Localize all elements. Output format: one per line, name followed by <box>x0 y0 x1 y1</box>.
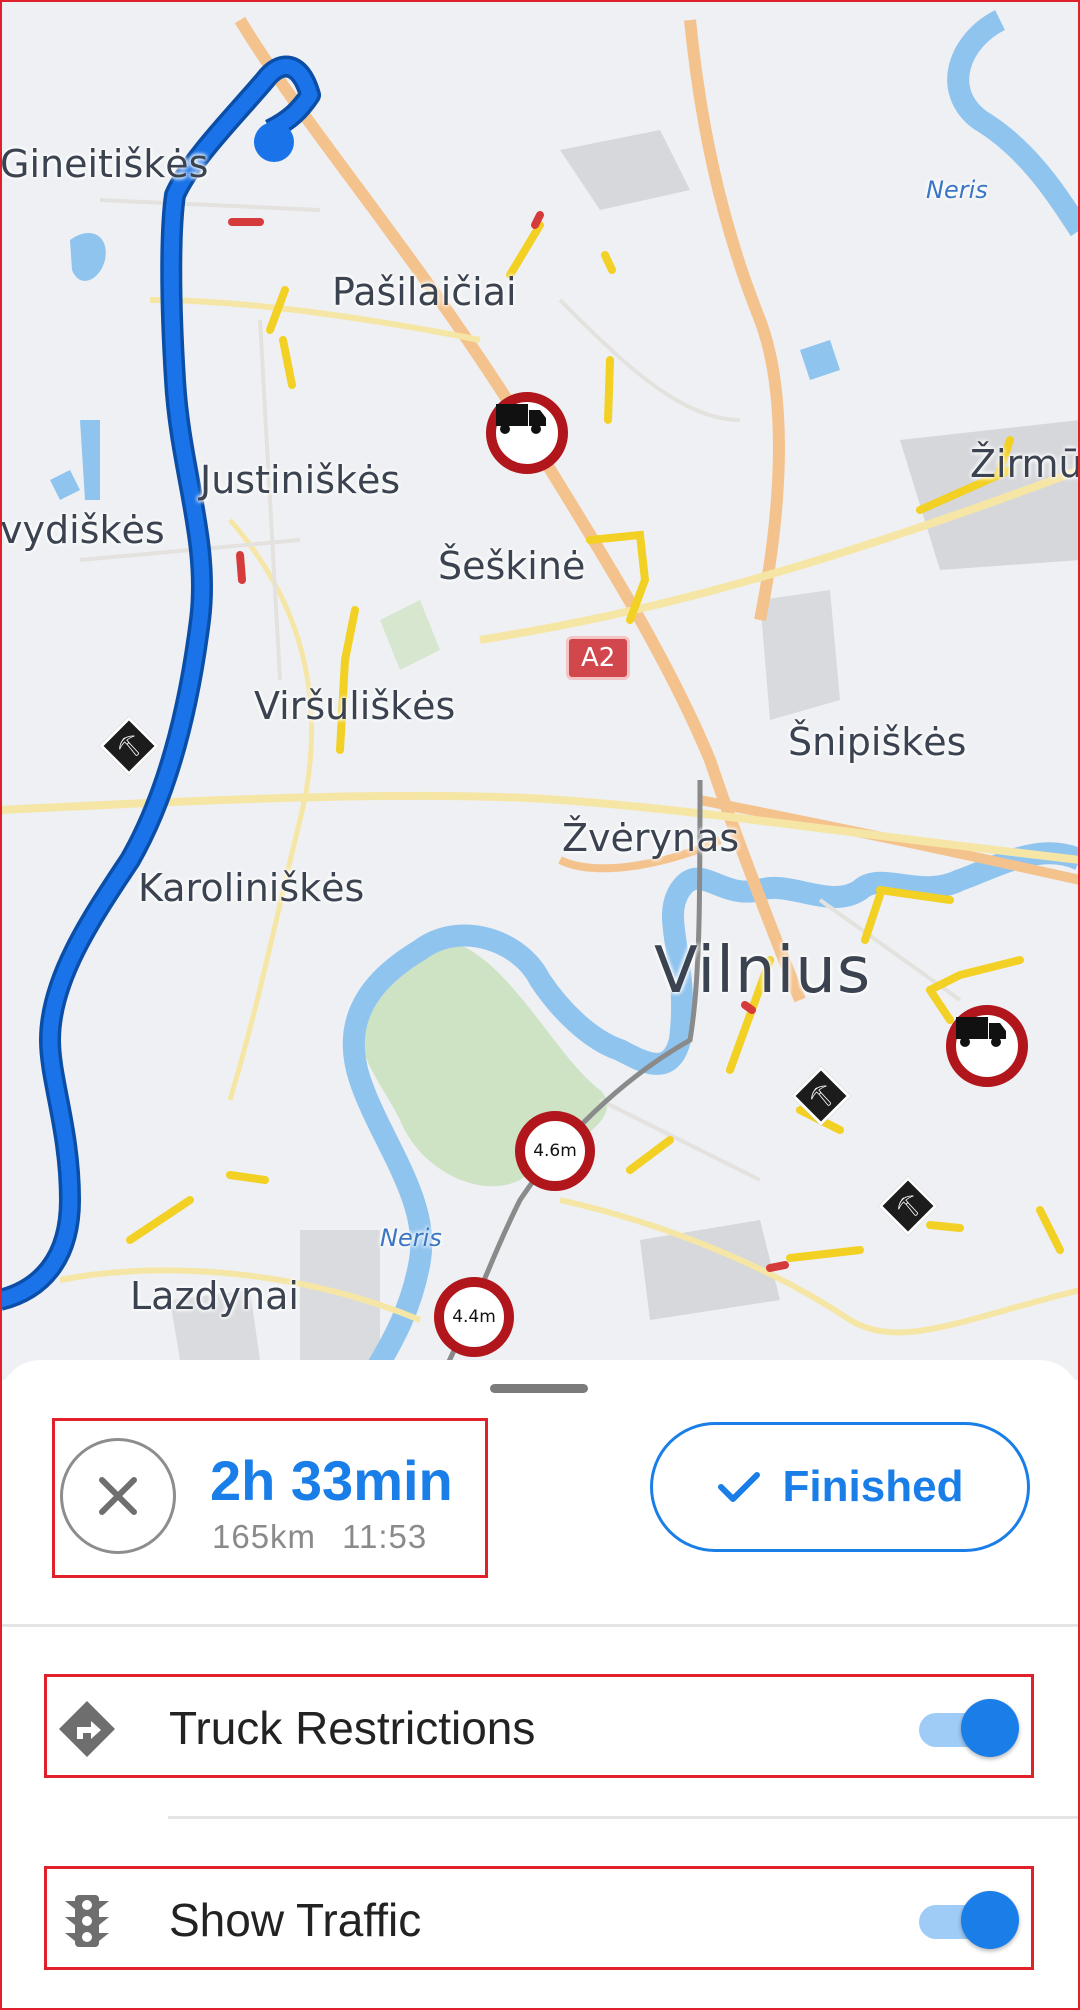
show-traffic-toggle[interactable] <box>919 1891 1019 1949</box>
cancel-route-button[interactable] <box>60 1438 176 1554</box>
truck-restriction-marker[interactable] <box>946 1005 1028 1087</box>
finished-button[interactable]: Finished <box>650 1422 1030 1552</box>
section-divider <box>0 1624 1080 1627</box>
height-limit-marker[interactable]: 4.4m <box>434 1277 514 1357</box>
route-duration: 2h 33min <box>210 1449 453 1512</box>
map-label-zverynas: Žvėrynas <box>562 816 740 860</box>
height-limit-value: 4.6m <box>533 1141 577 1161</box>
map-label-virsuliskes: Viršuliškės <box>254 684 456 728</box>
map-label-seskine: Šeškinė <box>438 544 586 588</box>
traffic-light-icon <box>65 1895 109 1947</box>
option-label: Show Traffic <box>169 1894 422 1946</box>
route-distance: 165km <box>212 1518 317 1555</box>
checkmark-icon <box>717 1472 760 1502</box>
sheet-drag-handle[interactable] <box>490 1384 588 1393</box>
map-label-neris-south: Neris <box>380 1224 442 1252</box>
map-view[interactable]: Gineitiškės Pašilaičiai Justiniškės vydi… <box>0 0 1080 1380</box>
toggle-knob <box>961 1891 1019 1949</box>
option-label: Truck Restrictions <box>169 1702 536 1754</box>
map-label-gineitiskes: Gineitiškės <box>0 142 209 186</box>
map-label-vilnius: Vilnius <box>654 934 872 1008</box>
map-label-snipiskes: Šnipiškės <box>788 720 967 764</box>
height-limit-value: 4.4m <box>452 1307 496 1327</box>
finished-button-label: Finished <box>782 1462 964 1511</box>
road-shield-a2: A2 <box>566 636 631 680</box>
map-label-justiniskes: Justiniškės <box>200 458 401 502</box>
map-label-vydiskes: vydiškės <box>0 508 165 552</box>
truck-icon <box>956 1017 1006 1047</box>
map-label-karoliniskes: Karoliniškės <box>138 866 365 910</box>
route-bottom-sheet: 2h 33min 165km 11:53 Finished Truck Restr… <box>0 1360 1080 2010</box>
direction-sign-icon <box>59 1701 115 1757</box>
close-icon <box>99 1477 137 1515</box>
height-limit-marker[interactable]: 4.6m <box>515 1111 595 1191</box>
option-show-traffic[interactable]: Show Traffic <box>44 1866 1034 1970</box>
map-label-neris-north: Neris <box>926 176 988 204</box>
route-details: 165km 11:53 <box>212 1518 427 1556</box>
truck-icon <box>496 404 546 434</box>
map-label-lazdynai: Lazdynai <box>130 1274 299 1318</box>
route-arrival-time: 11:53 <box>342 1518 428 1555</box>
truck-restriction-marker[interactable] <box>486 392 568 474</box>
map-label-pasilaiciai: Pašilaičiai <box>332 270 517 314</box>
truck-restrictions-toggle[interactable] <box>919 1699 1019 1757</box>
option-truck-restrictions[interactable]: Truck Restrictions <box>44 1674 1034 1778</box>
toggle-knob <box>961 1699 1019 1757</box>
option-divider <box>168 1816 1080 1819</box>
map-label-zirmunai: Žirmū <box>970 442 1080 486</box>
